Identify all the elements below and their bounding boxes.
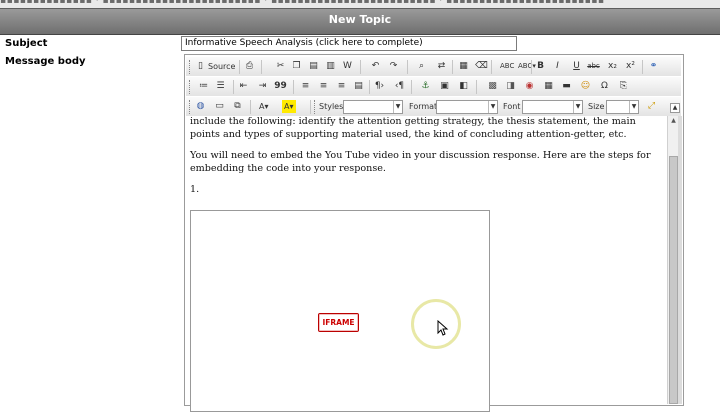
toolbar-separator [369,80,370,94]
horizontal-rule-icon[interactable]: ▬ [560,80,573,93]
form-header: New Topic [0,8,720,35]
browser-top-strip: ▪▪▪▪▪▪▪▪▪▪▪▪▪▪ · ▪▪▪▪▪▪▪▪▪▪▪▪▪▪▪▪▪▪▪▪▪▪▪… [0,0,720,8]
chevron-down-icon: ▼ [629,101,638,113]
justify-icon[interactable]: ▤ [352,80,365,93]
special-char-icon[interactable]: Ω [598,80,611,93]
undo-icon[interactable]: ↶ [369,60,382,73]
toolbar-grip [314,100,318,114]
cut-icon[interactable]: ✂ [274,60,287,73]
select-all-icon[interactable]: ▦ [457,60,470,73]
blockquote-button[interactable]: 99 [274,80,287,93]
format-label: Format [409,102,438,111]
toolbar-separator [293,80,294,94]
strike-button[interactable]: abc [587,60,600,73]
align-right-icon[interactable]: ≡ [335,80,348,93]
toolbar-separator [411,80,412,94]
image-icon[interactable]: ▣ [438,80,451,93]
toolbar-separator [452,60,453,74]
find-icon[interactable]: ⌕ [415,60,428,73]
background-color-icon[interactable]: A▾ [282,100,296,113]
bulleted-list-icon[interactable]: ☰ [214,80,227,93]
top-strip-text: ▪▪▪▪▪▪▪▪▪▪▪▪▪▪ · ▪▪▪▪▪▪▪▪▪▪▪▪▪▪▪▪▪▪▪▪▪▪▪… [0,0,605,6]
styles-label: Styles [319,102,344,111]
content-paragraph: You will need to embed the You Tube vide… [190,150,651,174]
toolbar-separator [491,60,492,74]
toolbar-separator [233,80,234,94]
toolbar-separator [310,100,311,114]
remove-format-icon[interactable]: ⌫ [475,60,488,73]
content-paragraph: 1. [190,184,200,195]
toolbar-collapse-icon[interactable]: ▲ [670,103,680,113]
toolbar-row-3: ◍ ▭ ⧉ A▾ A▾ Styles ▼ Format ▼ Font ▼ Siz… [186,97,681,116]
align-left-icon[interactable]: ≡ [299,80,312,93]
format-dropdown[interactable]: ▼ [436,100,498,114]
toolbar-row-2: ≔ ☰ ⇤ ⇥ 99 ≡ ≡ ≡ ▤ ¶› ‹¶ ⚓ ▣ ◧ ▩ ◨ ◉ ▦ ▬… [186,77,681,96]
maximize-icon[interactable]: ⤢ [645,100,658,113]
font-label: Font [503,102,521,111]
toolbar-row-1: ▯ Source ⎙ ✂ ❐ ▤ ▥ W ↶ ↷ ⌕ ⇄ ▦ ⌫ ABC ABC… [186,57,681,76]
outdent-icon[interactable]: ⇤ [237,80,250,93]
page-title: New Topic [328,13,392,26]
redo-icon[interactable]: ↷ [387,60,400,73]
flash-icon[interactable]: ◧ [457,80,470,93]
toolbar-separator [476,80,477,94]
replace-icon[interactable]: ⇄ [435,60,448,73]
subject-label: Subject [5,38,48,49]
paste-word-icon[interactable]: W [341,60,354,73]
underline-button[interactable]: U [570,60,583,73]
italic-button[interactable]: I [551,60,564,73]
font-dropdown[interactable]: ▼ [522,100,583,114]
preview-icon[interactable]: ⧉ [231,100,244,113]
styles-dropdown[interactable]: ▼ [343,100,403,114]
toolbar-grip [189,80,193,94]
toolbar-separator [360,60,361,74]
toolbar-grip [189,100,193,114]
numbered-list-icon[interactable]: ≔ [197,80,210,93]
toolbar-separator [407,60,408,74]
toolbar-separator [239,60,240,74]
page-break-icon[interactable]: ⎘ [617,80,630,93]
toolbar-separator [261,60,262,74]
superscript-button[interactable]: x² [624,60,637,73]
mouse-pointer-icon [437,320,449,336]
template-icon[interactable]: ◨ [504,80,517,93]
toolbar-grip [189,60,193,74]
table-icon[interactable]: ▦ [542,80,555,93]
toolbar-separator [642,60,643,74]
size-label: Size [588,102,605,111]
editor-border [678,116,682,404]
subscript-button[interactable]: x₂ [606,60,619,73]
copy-icon[interactable]: ❐ [290,60,303,73]
paste-icon[interactable]: ▤ [307,60,320,73]
paste-text-icon[interactable]: ▥ [324,60,337,73]
cursor-highlight [411,299,461,349]
media-icon[interactable]: ▩ [486,80,499,93]
scrollbar-thumb[interactable] [669,156,678,404]
anchor-icon[interactable]: ⚓ [419,80,432,93]
spellcheck-icon[interactable]: ABC [498,60,516,73]
content-paragraph: include the following: identify the atte… [190,116,636,140]
indent-icon[interactable]: ⇥ [256,80,269,93]
message-body-label: Message body [5,56,86,67]
form-icon[interactable]: ▭ [213,100,226,113]
chevron-down-icon: ▼ [393,101,402,113]
iframe-badge[interactable]: IFRAME [318,313,359,332]
text-direction-rtl-icon[interactable]: ‹¶ [393,80,406,93]
youtube-icon[interactable]: ◉ [523,80,536,93]
print-icon[interactable]: ⎙ [243,60,256,73]
source-button[interactable]: Source [206,60,237,73]
toolbar-separator [250,100,251,114]
text-color-icon[interactable]: A▾ [257,100,271,113]
iframe-icon[interactable]: ◍ [194,100,207,113]
toolbar-separator [531,60,532,74]
align-center-icon[interactable]: ≡ [317,80,330,93]
subject-input[interactable]: Informative Speech Analysis (click here … [181,36,517,51]
text-direction-ltr-icon[interactable]: ¶› [373,80,386,93]
chevron-down-icon: ▼ [573,101,582,113]
chevron-down-icon: ▼ [488,101,497,113]
size-dropdown[interactable]: ▼ [606,100,639,114]
bold-button[interactable]: B [534,60,547,73]
smiley-icon[interactable]: ☺ [579,80,592,93]
link-icon[interactable]: ⚭ [647,60,660,73]
